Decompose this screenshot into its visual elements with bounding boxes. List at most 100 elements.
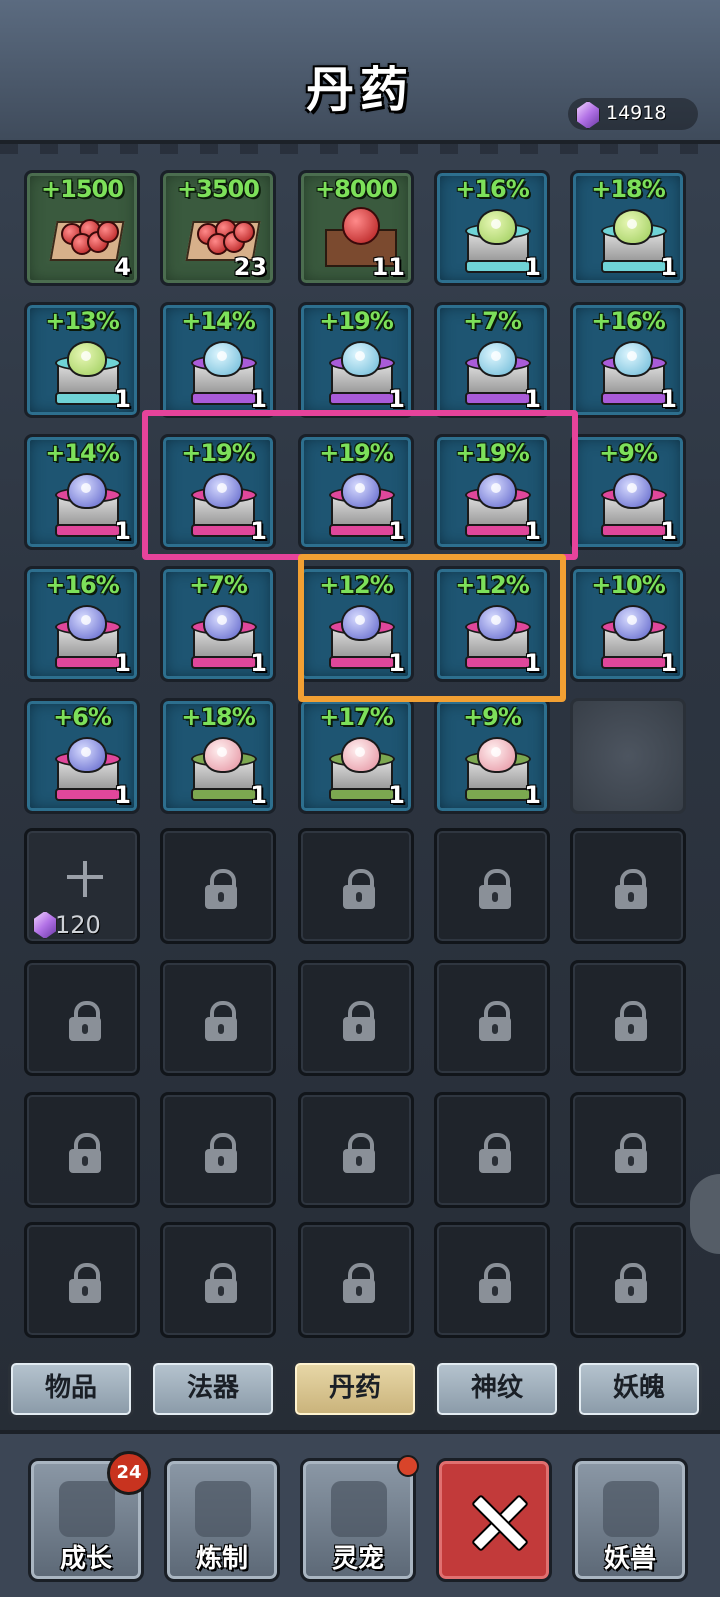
item-count: 1 — [524, 385, 541, 413]
padlock-body — [615, 1149, 647, 1173]
locked-slot[interactable] — [434, 1092, 550, 1208]
item-count: 11 — [371, 253, 405, 281]
locked-slot[interactable] — [160, 1222, 276, 1338]
empty-slot[interactable] — [570, 698, 686, 814]
tab-pills[interactable]: 丹药 — [292, 1360, 418, 1418]
nav-growth-label: 成长 — [59, 1544, 112, 1574]
item-count: 1 — [114, 781, 131, 809]
padlock-body — [479, 885, 511, 909]
padlock-body — [205, 1149, 237, 1173]
item-stat: +9% — [599, 439, 658, 467]
nav-refine-button[interactable]: 炼制 — [164, 1458, 280, 1582]
locked-slot[interactable] — [24, 1092, 140, 1208]
tab-artifacts[interactable]: 法器 — [150, 1360, 276, 1418]
pill-orb-shape — [341, 341, 381, 377]
locked-slot[interactable] — [298, 828, 414, 944]
locked-slot[interactable] — [434, 828, 550, 944]
nav-growth-button[interactable]: 24 成长 — [28, 1451, 151, 1582]
padlock-icon — [205, 1001, 237, 1041]
item-stat: +13% — [45, 307, 120, 335]
nav-beast-button[interactable]: 妖兽 — [572, 1458, 688, 1582]
tab-demon-souls[interactable]: 妖魄 — [576, 1360, 702, 1418]
padlock-icon — [615, 1263, 647, 1303]
locked-slot[interactable] — [570, 1092, 686, 1208]
item-slot[interactable]: +13% 1 — [24, 302, 140, 418]
pill-orb-shape — [613, 341, 653, 377]
padlock-body — [205, 1017, 237, 1041]
item-stat: +16% — [591, 307, 666, 335]
locked-slot[interactable] — [434, 960, 550, 1076]
item-slot[interactable]: +6% 1 — [24, 698, 140, 814]
item-stat: +8000 — [315, 175, 398, 203]
item-slot[interactable]: +17% 1 — [298, 698, 414, 814]
item-slot[interactable]: +9% 1 — [434, 698, 550, 814]
currency-value: 14918 — [606, 102, 667, 124]
item-slot[interactable]: +19% 1 — [298, 302, 414, 418]
locked-slot[interactable] — [434, 1222, 550, 1338]
nav-pet-button[interactable]: 灵宠 — [300, 1455, 419, 1582]
unlock-cost: 120 — [55, 911, 101, 939]
locked-slot[interactable] — [160, 960, 276, 1076]
pill-orb-shape — [67, 473, 107, 509]
item-stat: +19% — [319, 307, 394, 335]
padlock-icon — [69, 1133, 101, 1173]
padlock-body — [479, 1149, 511, 1173]
cards-icon — [59, 1481, 115, 1537]
item-slot[interactable]: +16% 1 — [24, 566, 140, 682]
locked-slot[interactable] — [160, 1092, 276, 1208]
item-stat: +7% — [189, 571, 248, 599]
currency-display: 14918 — [568, 98, 698, 130]
item-slot[interactable]: +1500 4 — [24, 170, 140, 286]
item-slot[interactable]: +16% 1 — [570, 302, 686, 418]
close-button[interactable] — [436, 1458, 552, 1582]
berry-shape — [342, 207, 380, 245]
locked-slot[interactable] — [24, 960, 140, 1076]
item-count: 1 — [524, 781, 541, 809]
tab-runes[interactable]: 神纹 — [434, 1360, 560, 1418]
locked-slot[interactable] — [24, 1222, 140, 1338]
locked-slot[interactable] — [160, 828, 276, 944]
item-count: 1 — [250, 649, 267, 677]
padlock-icon — [343, 869, 375, 909]
locked-slot[interactable] — [298, 960, 414, 1076]
item-stat: +14% — [45, 439, 120, 467]
nav-pet-label: 灵宠 — [331, 1544, 384, 1574]
header-bar: 丹药 14918 — [0, 0, 720, 154]
padlock-icon — [205, 1263, 237, 1303]
locked-slot[interactable] — [570, 1222, 686, 1338]
item-count: 1 — [114, 649, 131, 677]
item-count: 23 — [233, 253, 267, 281]
inventory-screen: 丹药 14918 +1500 4 +3500 23 +8000 11 +16% 1 +18% 1 +… — [0, 0, 720, 1597]
padlock-body — [69, 1017, 101, 1041]
padlock-body — [343, 1279, 375, 1303]
item-slot[interactable]: +14% 1 — [160, 302, 276, 418]
item-count: 1 — [524, 253, 541, 281]
item-slot[interactable]: +9% 1 — [570, 434, 686, 550]
unlock-slot[interactable]: 120 — [24, 828, 140, 944]
plus-icon — [67, 861, 103, 897]
padlock-icon — [205, 869, 237, 909]
category-tabs: 物品 法器 丹药 神纹 妖魄 — [0, 1356, 720, 1424]
item-slot[interactable]: +18% 1 — [570, 170, 686, 286]
side-drawer-handle[interactable] — [690, 1174, 720, 1254]
item-count: 1 — [250, 385, 267, 413]
item-slot[interactable]: +14% 1 — [24, 434, 140, 550]
padlock-icon — [479, 1133, 511, 1173]
item-stat: +10% — [591, 571, 666, 599]
tab-items[interactable]: 物品 — [8, 1360, 134, 1418]
item-slot[interactable]: +7% 1 — [160, 566, 276, 682]
locked-slot[interactable] — [570, 828, 686, 944]
item-slot[interactable]: +8000 11 — [298, 170, 414, 286]
item-slot[interactable]: +3500 23 — [160, 170, 276, 286]
padlock-icon — [479, 1001, 511, 1041]
item-stat: +18% — [591, 175, 666, 203]
item-slot[interactable]: +18% 1 — [160, 698, 276, 814]
locked-slot[interactable] — [298, 1092, 414, 1208]
locked-slot[interactable] — [298, 1222, 414, 1338]
item-slot[interactable]: +10% 1 — [570, 566, 686, 682]
item-slot[interactable]: +16% 1 — [434, 170, 550, 286]
fox-demon-icon — [603, 1481, 659, 1537]
locked-slot[interactable] — [570, 960, 686, 1076]
padlock-icon — [615, 1133, 647, 1173]
item-slot[interactable]: +7% 1 — [434, 302, 550, 418]
